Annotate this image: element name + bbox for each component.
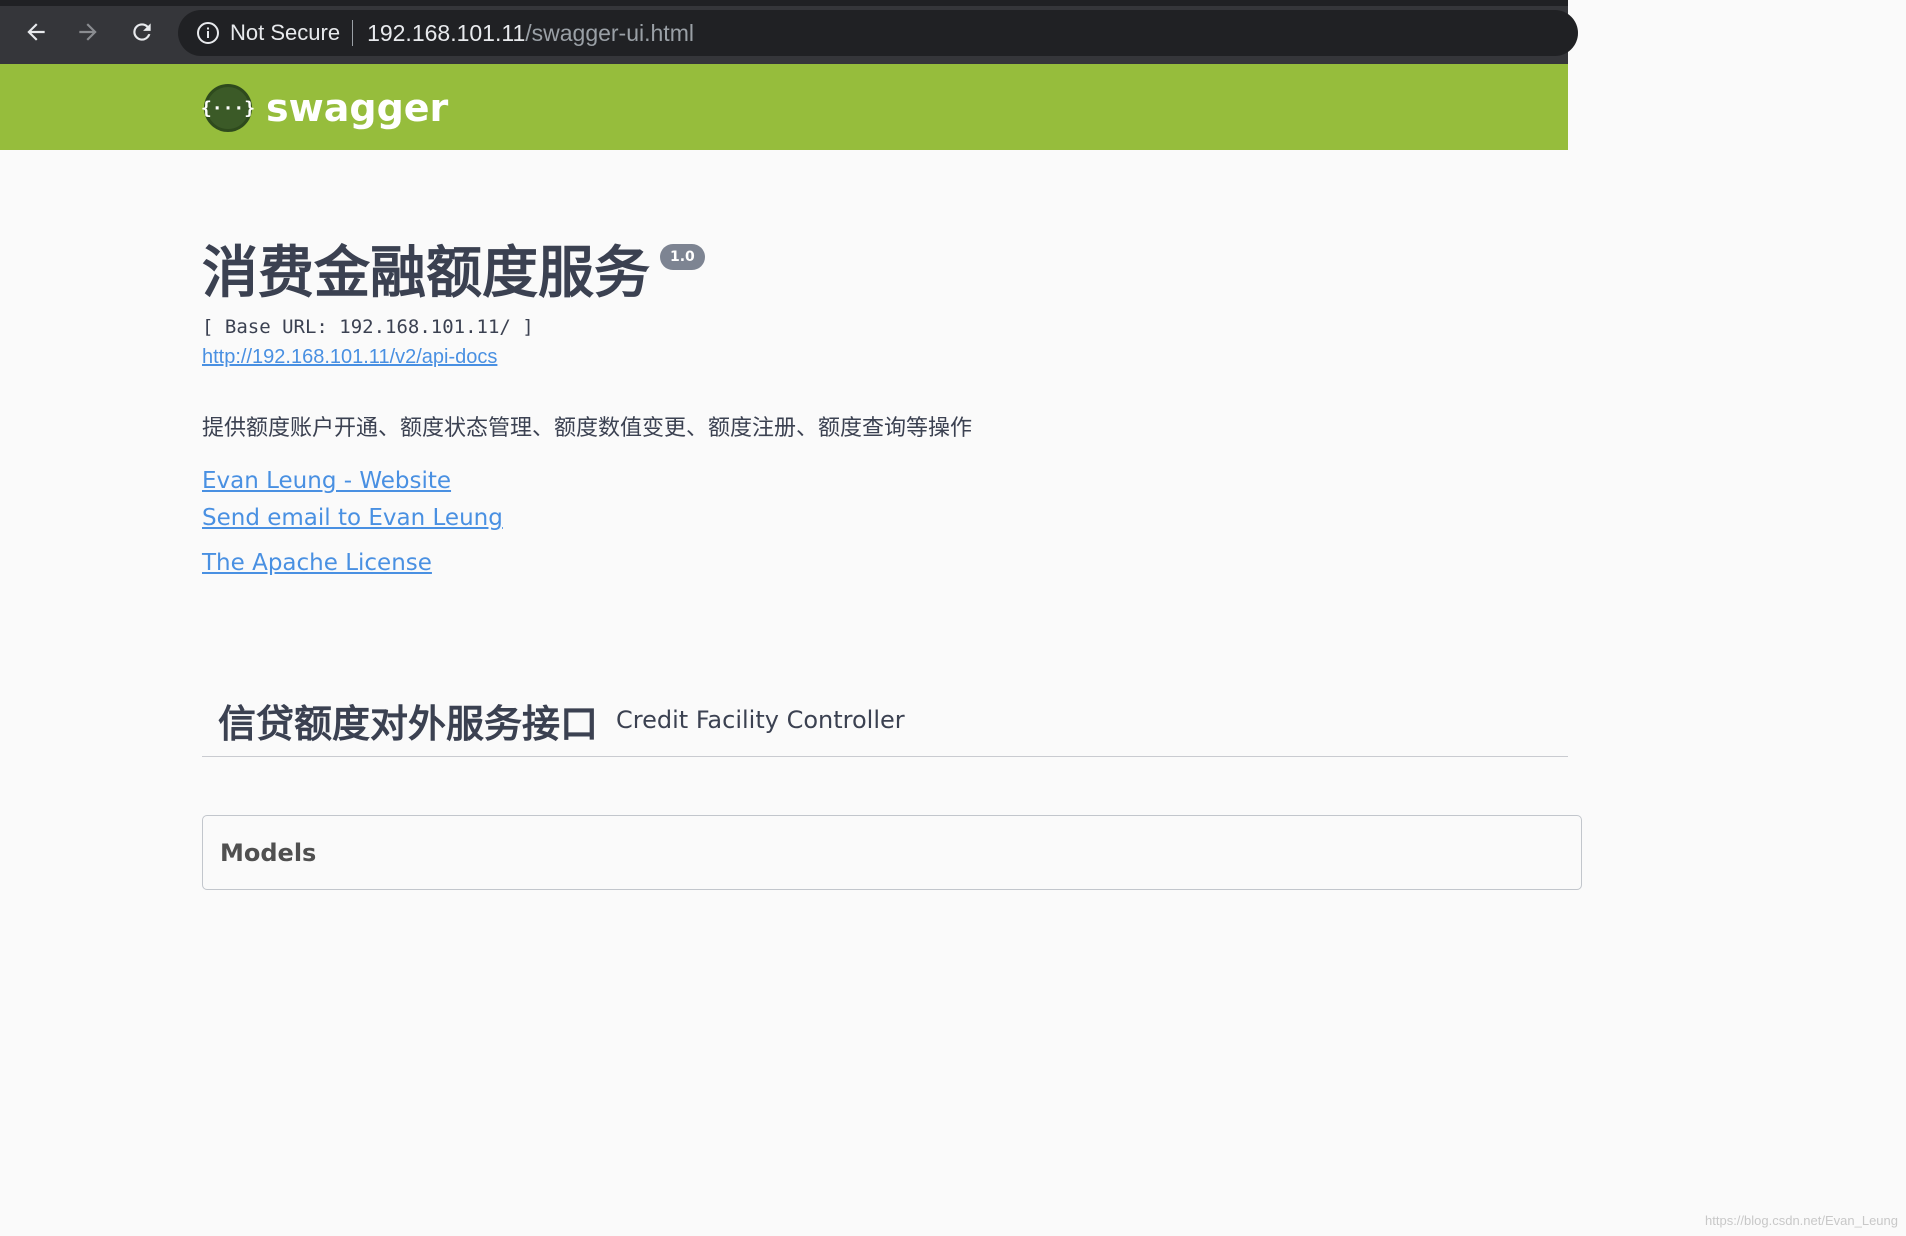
info-icon[interactable]: [196, 21, 220, 45]
swagger-topbar: {···} swagger: [0, 64, 1568, 150]
tag-name: 信贷额度对外服务接口: [218, 701, 599, 746]
license-link[interactable]: The Apache License: [202, 550, 432, 576]
models-section[interactable]: Models: [202, 815, 1582, 890]
api-info: 消费金融额度服务 1.0 [ Base URL: 192.168.101.11/…: [202, 238, 1502, 576]
url-host: 192.168.101.11: [367, 19, 526, 46]
reload-icon: [133, 23, 151, 41]
tab-strip: [0, 0, 1568, 6]
tag-description: Credit Facility Controller: [616, 706, 905, 734]
swagger-logo-text: swagger: [266, 86, 449, 130]
forward-button[interactable]: [70, 14, 106, 50]
models-title: Models: [220, 838, 317, 867]
api-title: 消费金融额度服务: [202, 241, 650, 306]
reload-button[interactable]: [124, 14, 160, 50]
security-label[interactable]: Not Secure: [230, 20, 340, 46]
address-bar[interactable]: Not Secure 192.168.101.11/swagger-ui.htm…: [178, 10, 1578, 56]
url-text[interactable]: 192.168.101.11/swagger-ui.html: [367, 20, 694, 47]
api-description: 提供额度账户开通、额度状态管理、额度数值变更、额度注册、额度查询等操作: [202, 416, 973, 441]
back-button[interactable]: [18, 14, 54, 50]
address-separator: [352, 20, 354, 46]
swagger-logo[interactable]: {···} swagger: [201, 84, 449, 132]
title-row: 消费金融额度服务 1.0: [202, 238, 1502, 310]
watermark: https://blog.csdn.net/Evan_Leung: [1705, 1213, 1898, 1228]
arrow-right-icon: [79, 23, 97, 41]
arrow-left-icon: [27, 23, 45, 41]
contact-email-link[interactable]: Send email to Evan Leung: [202, 505, 503, 531]
base-url: [ Base URL: 192.168.101.11/ ]: [202, 316, 534, 338]
tag-credit-facility-controller[interactable]: 信贷额度对外服务接口 Credit Facility Controller: [202, 684, 1568, 757]
contact-website-link[interactable]: Evan Leung - Website: [202, 468, 451, 494]
version-badge: 1.0: [660, 244, 705, 270]
api-docs-link[interactable]: http://192.168.101.11/v2/api-docs: [202, 346, 497, 369]
url-path: /swagger-ui.html: [525, 19, 694, 46]
swagger-logo-icon: {···}: [201, 84, 255, 132]
browser-toolbar: Not Secure 192.168.101.11/swagger-ui.htm…: [0, 0, 1578, 64]
